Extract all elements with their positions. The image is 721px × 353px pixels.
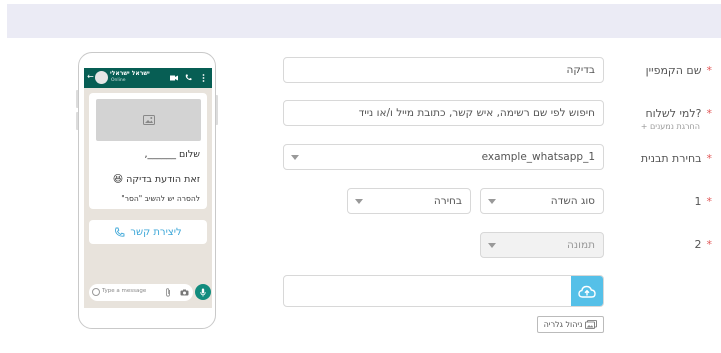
contact-cta-button[interactable]: ליצירת קשר [89,220,207,244]
more-options-icon [202,74,205,82]
whatsapp-preview-screen: ← ישראל ישראלי Online שלום ______, זאת ה… [84,68,212,308]
image-placeholder [96,99,201,141]
required-star: * [706,195,713,208]
campaign-name-label: שם הקמפיין * [646,64,712,77]
message-input-bar: Type a message [89,284,193,301]
emoji-icon [92,287,100,296]
template-select[interactable]: example_whatsapp_1 [283,144,604,170]
campaign-name-label-text: שם הקמפיין [645,64,702,77]
whatsapp-header: ← ישראל ישראלי Online [84,68,212,88]
cloud-upload-icon [578,285,596,298]
phone-call-icon [185,74,192,81]
variable-2-type-select[interactable]: תמונה [480,232,604,258]
variable-1-label: 1 * [695,195,713,208]
message-greeting: שלום ______, [144,149,200,160]
message-unsubscribe: להסרה יש להשיב "הסר" [121,194,200,203]
template-select-value: example_whatsapp_1 [481,151,595,163]
message-input-placeholder: Type a message [102,288,147,294]
recipients-label: למי לשלוח? * [645,107,712,120]
image-url-input[interactable] [283,275,604,307]
chevron-down-icon [355,199,363,204]
attach-icon [166,288,170,297]
template-label: בחירת תבנית * [641,152,712,165]
required-star: * [706,238,713,251]
contact-status: Online [111,78,126,83]
variable-1-type-value: סוג השדה [550,195,595,207]
chevron-down-icon [488,243,496,248]
campaign-name-input[interactable]: בדיקה [283,57,604,83]
chevron-down-icon [488,199,496,204]
back-arrow-icon: ← [87,72,94,81]
contact-avatar [95,71,108,84]
template-label-text: בחירת תבנית [640,152,702,165]
required-star: * [706,64,713,77]
contact-name: ישראל ישראלי [110,70,150,77]
phone-icon [115,227,125,237]
top-bar [7,4,721,38]
variable-1-type-select[interactable]: סוג השדה [480,188,604,214]
variable-2-label-text: 2 [694,238,702,251]
variable-1-choice-value: בחירה [433,195,462,207]
mic-button [195,284,211,300]
image-icon [142,115,155,125]
message-text: זאת הודעת בדיקה [126,174,200,185]
gallery-icon [585,320,598,329]
microphone-icon [200,288,206,296]
video-call-icon [170,75,178,81]
message-text-line: זאת הודעת בדיקה 😆 [113,174,200,185]
chevron-down-icon [291,155,299,160]
required-star: * [706,152,713,165]
variable-1-label-text: 1 [694,195,702,208]
gallery-management-button[interactable]: ניהול גלריה [537,316,604,333]
required-star: * [706,107,713,120]
cta-label: ליצירת קשר [130,226,182,238]
variable-2-label: 2 * [695,238,713,251]
camera-icon [180,289,189,296]
recipients-search-input[interactable]: חיפוש לפי שם רשימה, איש קשר, כתובת מייל … [283,100,604,126]
upload-button[interactable] [571,276,603,306]
message-bubble: שלום ______, זאת הודעת בדיקה 😆 להסרה יש … [89,93,207,209]
variable-2-type-value: תמונה [567,239,595,251]
gallery-button-label: ניהול גלריה [543,320,583,329]
exclude-recipients-link[interactable]: + החרגת נמענים [641,122,700,131]
laughing-emoji-icon: 😆 [112,174,124,185]
variable-1-choice-select[interactable]: בחירה [347,188,471,214]
recipients-label-text: למי לשלוח? [645,107,702,120]
